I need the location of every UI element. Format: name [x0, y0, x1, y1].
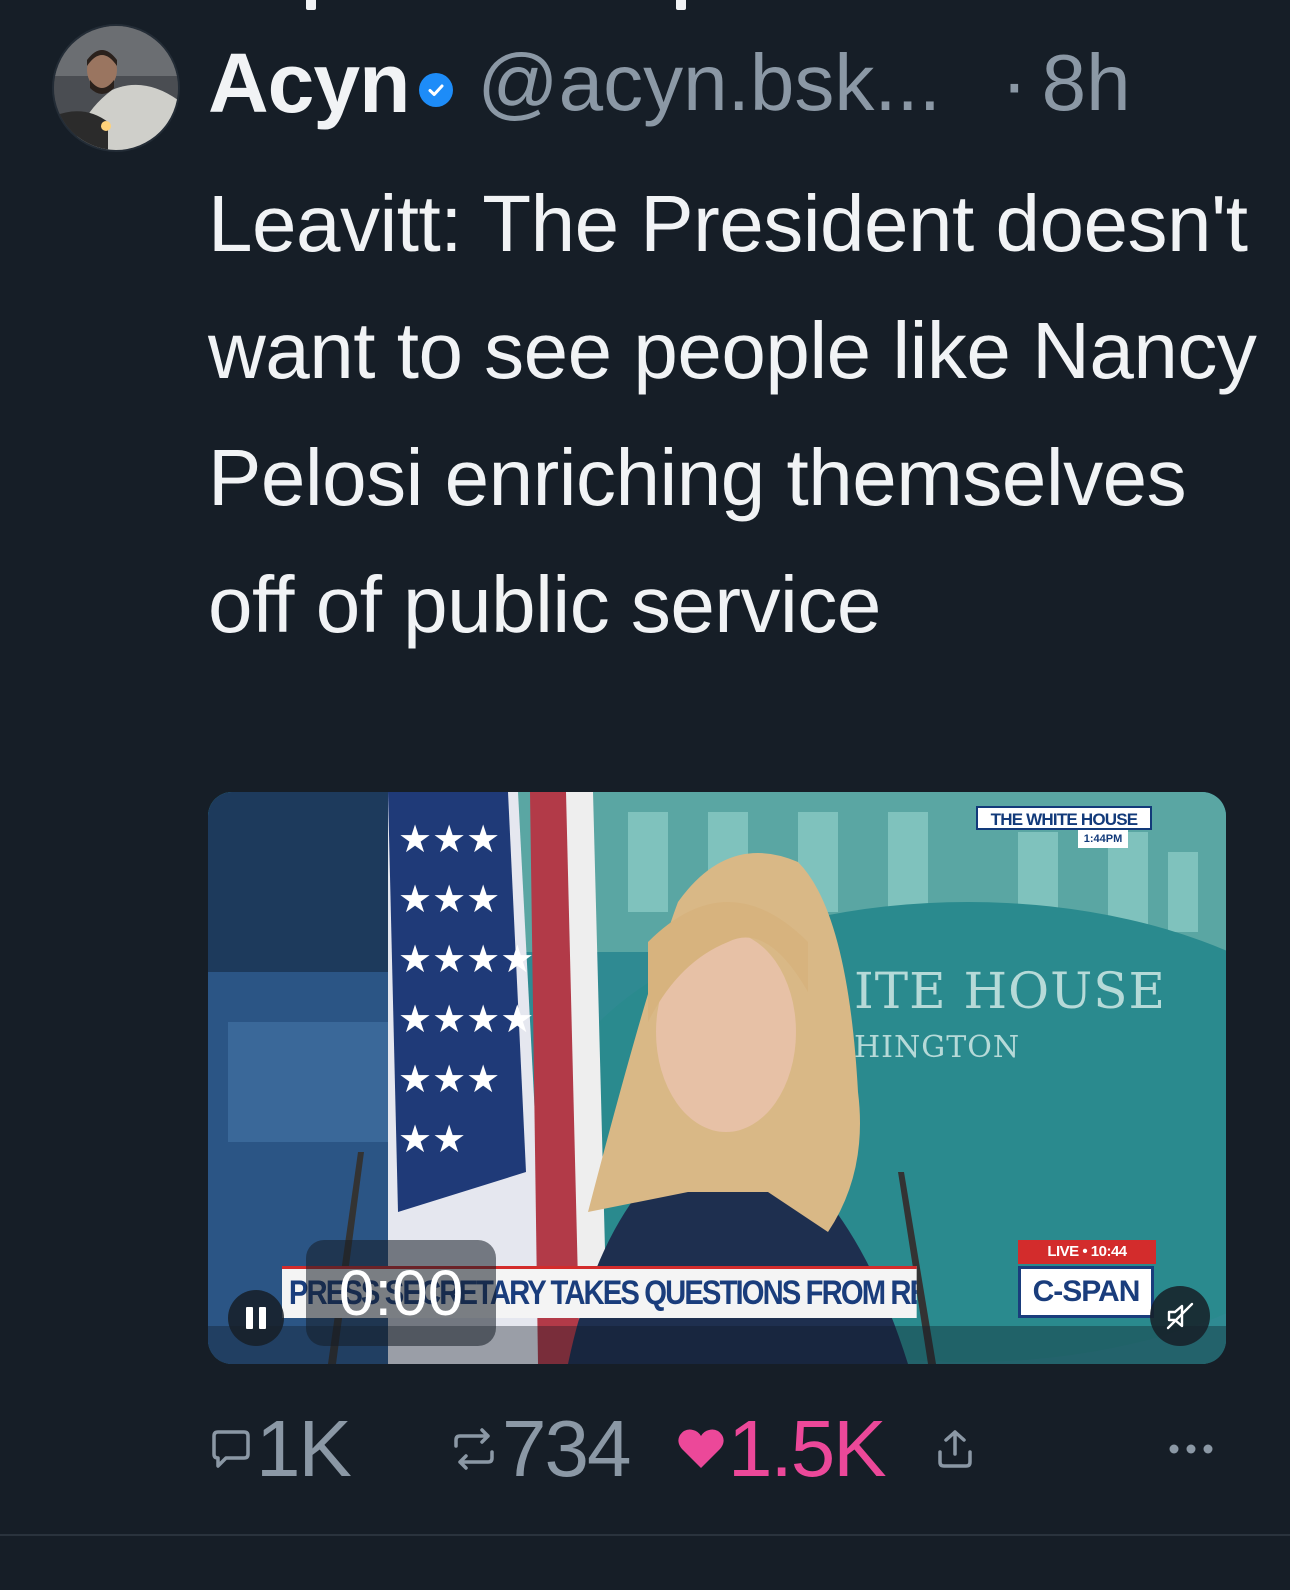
author-handle[interactable]: @acyn.bsk... [477, 37, 941, 129]
post-header: Acyn @acyn.bsk... · 8h [208, 28, 1268, 138]
svg-text:★★★: ★★★ [398, 817, 500, 861]
svg-text:★★★: ★★★ [398, 1057, 500, 1101]
verified-badge-icon [419, 73, 454, 107]
svg-text:★★★★: ★★★★ [398, 997, 534, 1041]
live-badge: LIVE • 10:44 [1018, 1240, 1156, 1264]
post-text: Leavitt: The President doesn't want to s… [208, 179, 1257, 649]
share-icon [938, 1430, 972, 1468]
svg-text:★★★★: ★★★★ [398, 937, 534, 981]
more-button[interactable] [1166, 1439, 1216, 1459]
more-icon [1169, 1444, 1213, 1454]
network-logo: C-SPAN [1018, 1266, 1154, 1318]
svg-text:★★: ★★ [398, 1117, 466, 1161]
mute-icon [1166, 1302, 1194, 1330]
post-actions: 1K 734 1.5K [206, 1404, 1216, 1494]
post[interactable]: Acyn @acyn.bsk... · 8h Leavitt: The Pres… [0, 0, 1290, 1590]
repost-button[interactable]: 734 [446, 1403, 674, 1495]
heart-icon [678, 1429, 724, 1468]
share-button[interactable] [930, 1424, 1030, 1474]
like-count: 1.5K [728, 1404, 887, 1493]
network-badge-name: THE WHITE HOUSE [976, 806, 1152, 830]
repost-count: 734 [502, 1404, 631, 1493]
network-badge: THE WHITE HOUSE 1:44PM [976, 806, 1152, 852]
avatar[interactable] [54, 26, 178, 150]
reply-icon [212, 1430, 250, 1468]
repost-icon [454, 1428, 494, 1470]
wall-text-line1: ITE HOUSE [854, 962, 1166, 1020]
video-time: 0:00 [306, 1240, 496, 1346]
reply-count: 1K [256, 1404, 352, 1493]
network-badge-time: 1:44PM [1078, 830, 1128, 848]
post-divider [0, 1534, 1290, 1536]
like-button[interactable]: 1.5K [674, 1403, 930, 1495]
wall-text-line2: HINGTON [854, 1030, 1021, 1065]
post-timestamp[interactable]: 8h [1042, 37, 1131, 129]
pause-button[interactable] [228, 1290, 284, 1346]
previous-post-clip [0, 0, 1290, 14]
svg-text:★★★: ★★★ [398, 877, 500, 921]
author-name[interactable]: Acyn [208, 35, 410, 132]
pause-icon-bar [259, 1307, 266, 1329]
pause-icon [246, 1307, 253, 1329]
separator: · [1001, 38, 1028, 127]
video-player[interactable]: ★★★ ★★★ ★★★★ ★★★★ ★★★ ★★ THE WHITE HOUSE… [208, 792, 1226, 1364]
mute-button[interactable] [1150, 1286, 1210, 1346]
reply-button[interactable]: 1K [206, 1403, 446, 1495]
